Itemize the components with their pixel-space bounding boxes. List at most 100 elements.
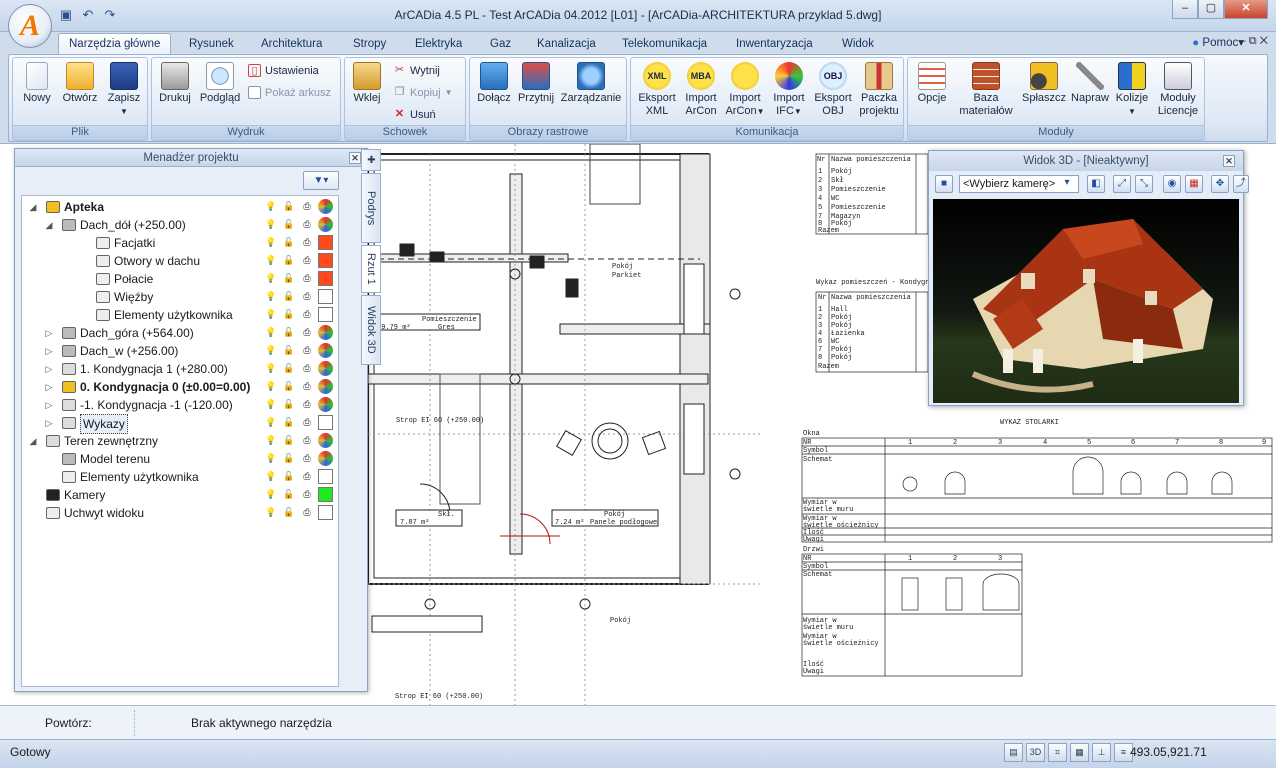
delete-button[interactable]: ✕ Usuń: [393, 108, 436, 121]
tree-expander-icon[interactable]: ◢: [28, 198, 38, 216]
visibility-bulb-icon[interactable]: 💡: [264, 451, 278, 466]
flatten-button[interactable]: Spłaszcz: [1020, 62, 1068, 105]
project-package-button[interactable]: Paczka projektu: [855, 62, 903, 118]
color-swatch[interactable]: [318, 505, 333, 520]
color-swatch[interactable]: [318, 487, 333, 502]
manage-images-button[interactable]: Zarządzanie: [558, 62, 624, 105]
print-icon[interactable]: ⎙: [300, 253, 314, 268]
color-swatch[interactable]: [318, 415, 333, 430]
visibility-bulb-icon[interactable]: 💡: [264, 307, 278, 322]
save-button[interactable]: Zapisz ▼: [105, 62, 143, 118]
minimize-button[interactable]: –: [1172, 0, 1198, 19]
tab-widok-3d[interactable]: Widok 3D: [361, 295, 381, 365]
visibility-bulb-icon[interactable]: 💡: [264, 469, 278, 484]
ortho-icon[interactable]: ⊥: [1092, 743, 1111, 762]
copy-button[interactable]: ❐ Kopiuj ▼: [393, 86, 453, 99]
lock-icon[interactable]: 🔓: [282, 307, 296, 322]
tree-item[interactable]: ◢ Apteka 💡 🔓 ⎙: [22, 198, 338, 216]
crop-button[interactable]: Przytnij: [514, 62, 558, 105]
close-icon[interactable]: ✕: [1223, 155, 1235, 167]
lock-icon[interactable]: 🔓: [282, 379, 296, 394]
chevron-down-icon[interactable]: ▼: [1112, 105, 1152, 118]
print-icon[interactable]: ⎙: [300, 361, 314, 376]
chevron-down-icon[interactable]: ▼: [105, 105, 143, 118]
lock-icon[interactable]: 🔓: [282, 397, 296, 412]
color-swatch[interactable]: [318, 307, 333, 322]
tree-item[interactable]: Model terenu 💡 🔓 ⎙: [22, 450, 338, 468]
tree-item[interactable]: Połacie 💡 🔓 ⎙: [22, 270, 338, 288]
print-icon[interactable]: ⎙: [300, 271, 314, 286]
visibility-bulb-icon[interactable]: 💡: [264, 289, 278, 304]
tab-rzut-1[interactable]: Rzut 1: [361, 245, 381, 293]
print-icon[interactable]: ⎙: [300, 343, 314, 358]
color-swatch[interactable]: [318, 235, 333, 250]
color-swatch[interactable]: [318, 343, 333, 358]
tree-item[interactable]: ▷ Wykazy 💡 🔓 ⎙: [22, 414, 338, 434]
tree-item[interactable]: Elementy użytkownika 💡 🔓 ⎙: [22, 468, 338, 486]
tab-podrys[interactable]: Podrys: [361, 173, 381, 243]
tree-item[interactable]: ▷ -1. Kondygnacja -1 (-120.00) 💡 🔓 ⎙: [22, 396, 338, 414]
options-button[interactable]: Opcje: [912, 62, 952, 105]
visibility-bulb-icon[interactable]: 💡: [264, 199, 278, 214]
select-camera-icon[interactable]: ◧: [1087, 175, 1105, 193]
3d-render-viewport[interactable]: [933, 199, 1239, 403]
tree-expander-icon[interactable]: ▷: [44, 414, 54, 432]
collisions-button[interactable]: Kolizje ▼: [1112, 62, 1152, 118]
color-swatch[interactable]: [318, 379, 333, 394]
tree-item[interactable]: ◢ Dach_dół (+250.00) 💡 🔓 ⎙: [22, 216, 338, 234]
export-obj-button[interactable]: OBJ Eksport OBJ: [811, 62, 855, 118]
export-xml-button[interactable]: XML Eksport XML: [635, 62, 679, 118]
visibility-bulb-icon[interactable]: 💡: [264, 325, 278, 340]
lock-icon[interactable]: 🔓: [282, 487, 296, 502]
tree-item[interactable]: Kamery 💡 🔓 ⎙: [22, 486, 338, 504]
lock-icon[interactable]: 🔓: [282, 361, 296, 376]
orbit-icon[interactable]: ✥: [1211, 175, 1229, 193]
layers-icon[interactable]: ▤: [1004, 743, 1023, 762]
open-button[interactable]: Otwórz: [59, 62, 101, 105]
tab-narzedzia-glowne[interactable]: Narzędzia główne: [58, 33, 172, 55]
attach-button[interactable]: Dołącz: [474, 62, 514, 105]
view-3d-icon[interactable]: 3D: [1026, 743, 1045, 762]
grid-icon[interactable]: ▦: [1070, 743, 1089, 762]
tab-gaz[interactable]: Gaz: [490, 35, 511, 54]
visibility-bulb-icon[interactable]: 💡: [264, 361, 278, 376]
app-menu-button[interactable]: A: [8, 4, 52, 48]
tree-expander-icon[interactable]: ◢: [28, 432, 38, 450]
tab-telekomunikacja[interactable]: Telekomunikacja: [622, 35, 707, 54]
lock-icon[interactable]: 🔓: [282, 271, 296, 286]
chevron-down-icon[interactable]: ▼: [794, 107, 802, 116]
help-menu[interactable]: ● Pomoc▾: [1192, 35, 1244, 49]
print-icon[interactable]: ⎙: [300, 307, 314, 322]
color-swatch[interactable]: [318, 361, 333, 376]
color-swatch[interactable]: [318, 451, 333, 466]
zoom-window-icon[interactable]: ⤡: [1135, 175, 1153, 193]
lock-icon[interactable]: 🔓: [282, 451, 296, 466]
tree-expander-icon[interactable]: ▷: [44, 378, 54, 396]
materials-base-button[interactable]: Baza materiałów: [954, 62, 1018, 118]
visibility-bulb-icon[interactable]: 💡: [264, 487, 278, 502]
visibility-bulb-icon[interactable]: 💡: [264, 379, 278, 394]
print-icon[interactable]: ⎙: [300, 469, 314, 484]
visibility-bulb-icon[interactable]: 💡: [264, 271, 278, 286]
import-ifc-button[interactable]: Import IFC▼: [767, 62, 811, 118]
lock-icon[interactable]: 🔓: [282, 469, 296, 484]
tab-architektura[interactable]: Architektura: [261, 35, 322, 54]
import-arcon-dropdown-button[interactable]: Import ArCon▼: [723, 62, 767, 118]
tree-item[interactable]: ▷ 1. Kondygnacja 1 (+280.00) 💡 🔓 ⎙: [22, 360, 338, 378]
show-sheet-toggle[interactable]: Pokaż arkusz: [248, 86, 331, 99]
lock-icon[interactable]: 🔓: [282, 415, 296, 430]
tree-item[interactable]: ▷ Dach_w (+256.00) 💡 🔓 ⎙: [22, 342, 338, 360]
chevron-down-icon[interactable]: ▼: [757, 107, 765, 116]
camera-icon[interactable]: ■: [935, 175, 953, 193]
tree-expander-icon[interactable]: ▷: [44, 360, 54, 378]
lock-icon[interactable]: 🔓: [282, 325, 296, 340]
maximize-button[interactable]: ▢: [1198, 0, 1224, 19]
lock-icon[interactable]: 🔓: [282, 217, 296, 232]
print-icon[interactable]: ⎙: [300, 487, 314, 502]
tab-kanalizacja[interactable]: Kanalizacja: [537, 35, 596, 54]
chevron-down-icon[interactable]: ▼: [445, 88, 453, 97]
tree-item[interactable]: Elementy użytkownika 💡 🔓 ⎙: [22, 306, 338, 324]
new-button[interactable]: Nowy: [19, 62, 55, 105]
print-icon[interactable]: ⎙: [300, 289, 314, 304]
visibility-bulb-icon[interactable]: 💡: [264, 433, 278, 448]
